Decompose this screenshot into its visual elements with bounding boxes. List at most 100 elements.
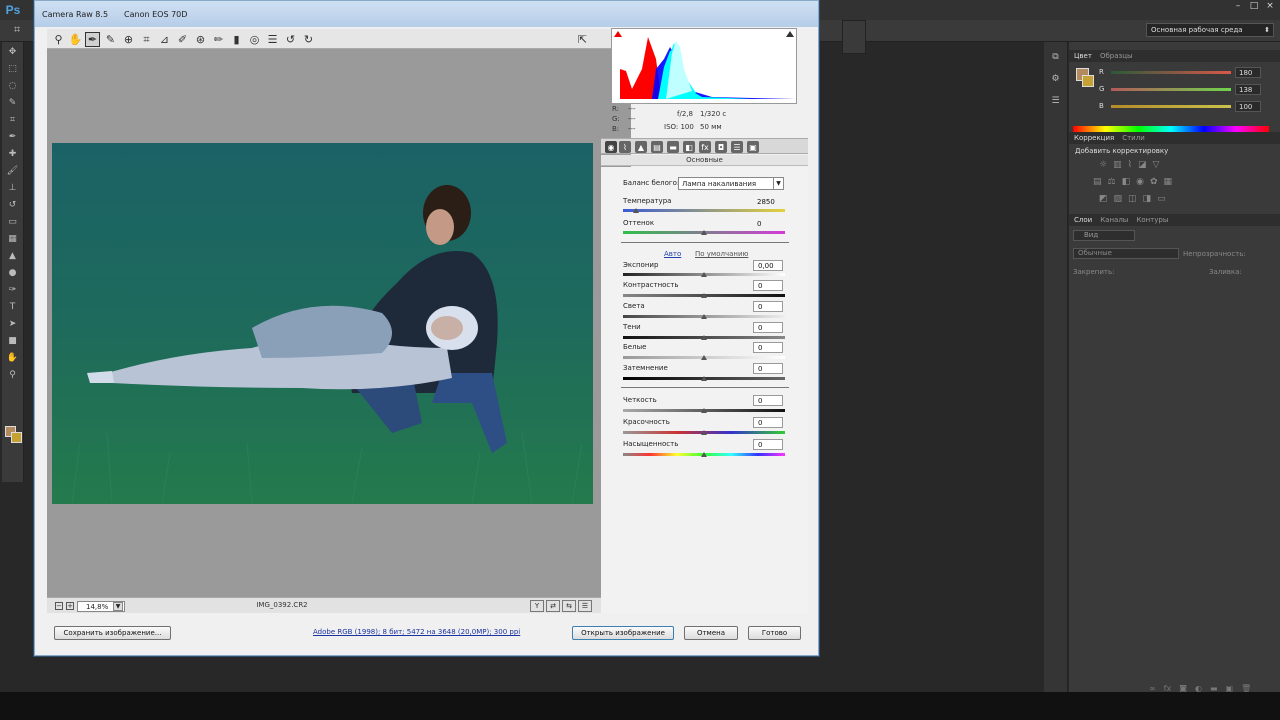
marquee-tool-icon[interactable]: ⬚ [6,62,20,76]
channel-g-value[interactable]: 138 [1235,84,1261,95]
photo-filter-icon[interactable]: ◉ [1136,177,1144,187]
detail-tab-icon[interactable]: ▲ [635,141,647,153]
vibrance-value[interactable]: 0 [753,417,783,428]
exposure-icon[interactable]: ◪ [1138,160,1147,170]
zoom-tool-icon[interactable]: ⚲ [6,368,20,382]
effects-tab-icon[interactable]: fx [699,141,711,153]
white-balance-select[interactable]: Лампа накаливания ▼ [678,177,784,190]
tab-channels[interactable]: Каналы [1100,216,1128,224]
clarity-value[interactable]: 0 [753,395,783,406]
compare-icon[interactable]: Y [530,600,544,612]
whites-value[interactable]: 0 [753,342,783,353]
exposure-slider-thumb[interactable] [701,272,707,277]
collapsed-panel[interactable] [842,20,866,54]
contrast-slider-thumb[interactable] [701,293,707,298]
rotate-right-icon[interactable]: ↻ [301,32,316,47]
brush-tool-icon[interactable]: 🖌 [6,164,20,178]
saturation-slider-thumb[interactable] [701,452,707,457]
auto-link[interactable]: Авто [664,250,681,258]
radial-filter-icon[interactable]: ◎ [247,32,262,47]
whites-slider-thumb[interactable] [701,355,707,360]
gradient-map-icon[interactable]: ▭ [1157,194,1166,204]
preview-toggle-icon[interactable]: ☰ [578,600,592,612]
exposure-value[interactable]: 0,00 [753,260,783,271]
healing-tool-icon[interactable]: ✚ [6,147,20,161]
pen-tool-icon[interactable]: ✑ [6,283,20,297]
channel-r-value[interactable]: 180 [1235,67,1261,78]
channel-b-slider[interactable] [1111,105,1231,108]
shadows-slider-thumb[interactable] [701,335,707,340]
default-link[interactable]: По умолчанию [695,250,748,258]
presets-tab-icon[interactable]: ☰ [731,141,743,153]
gradient-tool-icon[interactable]: ▦ [6,232,20,246]
workspace-select[interactable]: Основная рабочая среда ⬍ [1146,23,1274,37]
temperature-value[interactable]: 2850 [753,196,783,207]
threshold-icon[interactable]: ◫ [1128,194,1137,204]
type-tool-icon[interactable]: T [6,300,20,314]
eraser-tool-icon[interactable]: ▭ [6,215,20,229]
lens-tab-icon[interactable]: ◧ [683,141,695,153]
hue-icon[interactable]: ▤ [1093,177,1102,187]
actions-panel-icon[interactable]: ⚙ [1049,72,1063,86]
tab-color[interactable]: Цвет [1074,52,1092,60]
highlights-slider-thumb[interactable] [701,314,707,319]
eyedropper-tool-icon[interactable]: ✒ [6,130,20,144]
save-image-button[interactable]: Сохранить изображение... [54,626,171,640]
properties-panel-icon[interactable]: ☰ [1049,94,1063,108]
spot-removal-icon[interactable]: ✐ [175,32,190,47]
highlights-value[interactable]: 0 [753,301,783,312]
minimize-button[interactable]: – [1232,0,1244,12]
cancel-button[interactable]: Отмена [684,626,738,640]
tab-layers[interactable]: Слои [1074,216,1092,224]
hand-tool-icon[interactable]: ✋ [68,32,83,47]
tab-styles[interactable]: Стили [1122,134,1145,142]
copy-settings-icon[interactable]: ⇆ [562,600,576,612]
zoom-out-icon[interactable]: − [55,602,63,610]
zoom-dropdown-icon[interactable]: ▼ [113,602,123,611]
posterize-icon[interactable]: ▨ [1114,194,1123,204]
crop-tool-icon[interactable]: ⌗ [14,23,20,37]
workflow-options-link[interactable]: Adobe RGB (1998); 8 бит; 5472 на 3648 (2… [313,628,520,636]
tint-slider-thumb[interactable] [701,230,707,235]
color-bg-swatch[interactable] [1082,75,1094,87]
selective-color-icon[interactable]: ◨ [1143,194,1152,204]
path-select-tool-icon[interactable]: ➤ [6,317,20,331]
vibrance-slider-thumb[interactable] [701,430,707,435]
invert-icon[interactable]: ◩ [1099,194,1108,204]
mixer-icon[interactable]: ✿ [1150,177,1158,187]
layer-filter-select[interactable]: Вид [1073,230,1135,241]
split-toning-tab-icon[interactable]: ▬ [667,141,679,153]
vibrance-icon[interactable]: ▽ [1153,160,1160,170]
white-balance-tool-icon[interactable]: ✒ [85,32,100,47]
blend-mode-select[interactable]: Обычные [1073,248,1179,259]
basic-tab-icon[interactable]: ◉ [605,141,617,153]
channel-g-slider[interactable] [1111,88,1231,91]
blur-tool-icon[interactable]: ▲ [6,249,20,263]
contrast-value[interactable]: 0 [753,280,783,291]
crop-tool-icon[interactable]: ⌗ [6,113,20,127]
zoom-tool-icon[interactable]: ⚲ [51,32,66,47]
done-button[interactable]: Готово [748,626,801,640]
clarity-slider-thumb[interactable] [701,408,707,413]
preferences-icon[interactable]: ☰ [265,32,280,47]
saturation-value[interactable]: 0 [753,439,783,450]
history-brush-icon[interactable]: ↺ [6,198,20,212]
channel-b-value[interactable]: 100 [1235,101,1261,112]
quick-select-tool-icon[interactable]: ✎ [6,96,20,110]
channel-r-slider[interactable] [1111,71,1231,74]
temperature-slider[interactable] [623,209,785,212]
image-preview-area[interactable] [47,49,631,597]
adjustment-brush-icon[interactable]: ✏ [211,32,226,47]
zoom-in-icon[interactable]: + [66,602,74,610]
red-eye-icon[interactable]: ⊛ [193,32,208,47]
dodge-tool-icon[interactable]: ● [6,266,20,280]
straighten-icon[interactable]: ⊿ [157,32,172,47]
fullscreen-icon[interactable]: ⇱ [575,32,590,47]
color-sampler-icon[interactable]: ✎ [103,32,118,47]
tab-swatches[interactable]: Образцы [1100,52,1133,60]
tab-paths[interactable]: Контуры [1136,216,1168,224]
close-button[interactable]: × [1264,0,1276,12]
bw-icon[interactable]: ◧ [1122,177,1131,187]
hand-tool-icon[interactable]: ✋ [6,351,20,365]
graduated-filter-icon[interactable]: ▮ [229,32,244,47]
